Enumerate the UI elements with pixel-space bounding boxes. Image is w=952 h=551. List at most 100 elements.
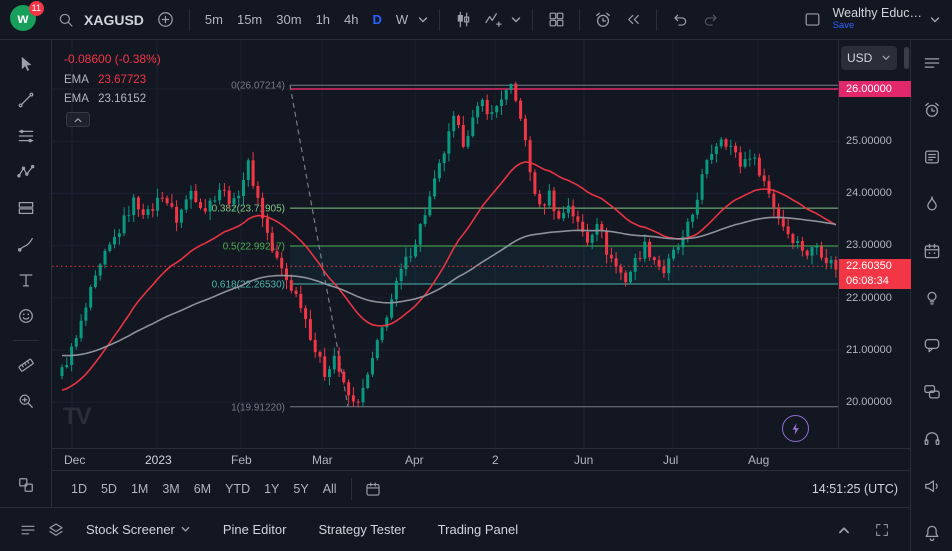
layout-menu-chevron[interactable] (928, 13, 942, 27)
timeframe-1d-active[interactable]: D (367, 8, 388, 31)
time-label-apr: Apr (405, 453, 424, 467)
tab-pine-editor[interactable]: Pine Editor (207, 516, 303, 543)
long-position-icon (18, 201, 33, 215)
indicators-menu-button[interactable] (509, 13, 523, 27)
ideas-button[interactable] (919, 285, 945, 311)
chart-style-button[interactable] (449, 6, 477, 34)
tab-label: Stock Screener (86, 522, 175, 537)
notifications-bell-icon (925, 525, 938, 542)
alert-clock-icon (596, 12, 611, 27)
alert-price-badge[interactable]: 26.00000 (839, 81, 911, 97)
scrollbar-thumb[interactable] (904, 47, 909, 69)
timeframe-1h[interactable]: 1h (310, 8, 336, 31)
currency-value: USD (847, 51, 873, 65)
lightbulb-icon (926, 291, 937, 305)
chat-button[interactable] (919, 332, 945, 358)
bar-replay-button[interactable] (619, 6, 647, 34)
timeframe-5m[interactable]: 5m (199, 8, 229, 31)
public-chats-button[interactable] (919, 379, 945, 405)
trendline-icon (18, 92, 33, 108)
currency-select[interactable]: USD (841, 46, 897, 70)
chevron-down-icon (882, 55, 890, 60)
symbol-search-button[interactable] (52, 6, 80, 34)
timeframe-1w[interactable]: W (390, 8, 414, 31)
headset-icon (924, 432, 939, 446)
save-layout-button[interactable] (799, 6, 827, 34)
hotlists-button[interactable] (919, 191, 945, 217)
layout-name-menu[interactable]: Wealthy Educ… Save (833, 7, 922, 31)
go-to-date-button[interactable] (359, 475, 387, 503)
news-button[interactable] (919, 144, 945, 170)
fib-retracement-tool-button[interactable] (12, 122, 40, 150)
chart-canvas[interactable]: 0(26.07214) 0.382(23.71905) 0.5(22.99217) 0… (52, 40, 911, 448)
app-logo[interactable]: w 11 (10, 0, 44, 35)
support-button[interactable] (919, 426, 945, 452)
panel-maximize-button[interactable] (868, 516, 896, 544)
measure-tool-button[interactable] (12, 351, 40, 379)
notifications-button[interactable] (919, 520, 945, 546)
redo-button[interactable] (696, 6, 724, 34)
range-1y[interactable]: 1Y (257, 478, 286, 500)
timeframe-menu-button[interactable] (416, 13, 430, 27)
announcements-button[interactable] (919, 473, 945, 499)
trendline-tool-button[interactable] (12, 86, 40, 114)
current-price-value: 22.60350 (846, 260, 892, 272)
symbol-name[interactable]: XAGUSD (84, 12, 144, 28)
cursor-tool-button[interactable] (12, 50, 40, 78)
save-status-label[interactable]: Save (833, 20, 855, 31)
instant-trading-button[interactable] (782, 415, 809, 442)
compare-add-symbol-button[interactable] (152, 6, 180, 34)
drawing-toolbar (0, 40, 52, 507)
indicators-button[interactable] (479, 6, 507, 34)
undo-button[interactable] (666, 6, 694, 34)
object-tree-button[interactable] (12, 471, 40, 499)
create-alert-button[interactable] (589, 6, 617, 34)
legend-collapse-button[interactable] (66, 112, 90, 127)
range-6m[interactable]: 6M (187, 478, 218, 500)
tab-strategy-tester[interactable]: Strategy Tester (302, 516, 421, 543)
price-tick: 22.00000 (846, 292, 892, 304)
panel-layers-button[interactable] (42, 516, 70, 544)
timeframe-30m[interactable]: 30m (270, 8, 307, 31)
time-axis[interactable]: Dec 2023 Feb Mar Apr 2 Jun Jul Aug (52, 448, 910, 470)
calendar-icon (924, 243, 939, 259)
range-5y[interactable]: 5Y (286, 478, 315, 500)
tab-stock-screener[interactable]: Stock Screener (70, 516, 207, 543)
chevron-down-icon (930, 16, 940, 22)
range-all[interactable]: All (316, 478, 344, 500)
emoji-tool-button[interactable] (12, 302, 40, 330)
range-1d[interactable]: 1D (64, 478, 94, 500)
range-1m[interactable]: 1M (124, 478, 155, 500)
range-5d[interactable]: 5D (94, 478, 124, 500)
notification-count-badge: 11 (28, 0, 44, 16)
current-price-badge: 22.60350 06:08:34 (839, 259, 911, 289)
alerts-button[interactable] (919, 97, 945, 123)
zoom-in-tool-button[interactable] (12, 387, 40, 415)
timeframe-4h[interactable]: 4h (338, 8, 364, 31)
object-tree-icon (18, 478, 33, 492)
ruler-icon (17, 358, 34, 372)
brush-tool-button[interactable] (12, 230, 40, 258)
indicators-icon (485, 12, 502, 27)
position-tool-button[interactable] (12, 194, 40, 222)
price-scale[interactable]: USD 26.00000 25.00000 24.00000 23.00000 … (838, 40, 911, 448)
utc-clock[interactable]: 14:51:25 (UTC) (812, 482, 898, 496)
economic-calendar-button[interactable] (919, 238, 945, 264)
price-tick: 21.00000 (846, 344, 892, 356)
panel-expand-button[interactable] (830, 516, 858, 544)
watchlist-icon (924, 58, 939, 68)
range-ytd[interactable]: YTD (218, 478, 257, 500)
pattern-tool-button[interactable] (12, 158, 40, 186)
timeframe-15m[interactable]: 15m (231, 8, 268, 31)
watchlist-button[interactable] (919, 50, 945, 76)
tab-trading-panel[interactable]: Trading Panel (422, 516, 534, 543)
price-tick: 24.00000 (846, 187, 892, 199)
time-label-jun: Jun (574, 453, 594, 467)
candlestick-chart[interactable]: 0(26.07214) 0.382(23.71905) 0.5(22.99217) 0… (52, 40, 838, 448)
toolbar-separator (579, 8, 581, 31)
multichart-layout-button[interactable] (542, 6, 570, 34)
text-tool-button[interactable] (12, 266, 40, 294)
range-3m[interactable]: 3M (155, 478, 186, 500)
screener-list-button[interactable] (14, 516, 42, 544)
fib-retracement-icon (18, 129, 33, 143)
